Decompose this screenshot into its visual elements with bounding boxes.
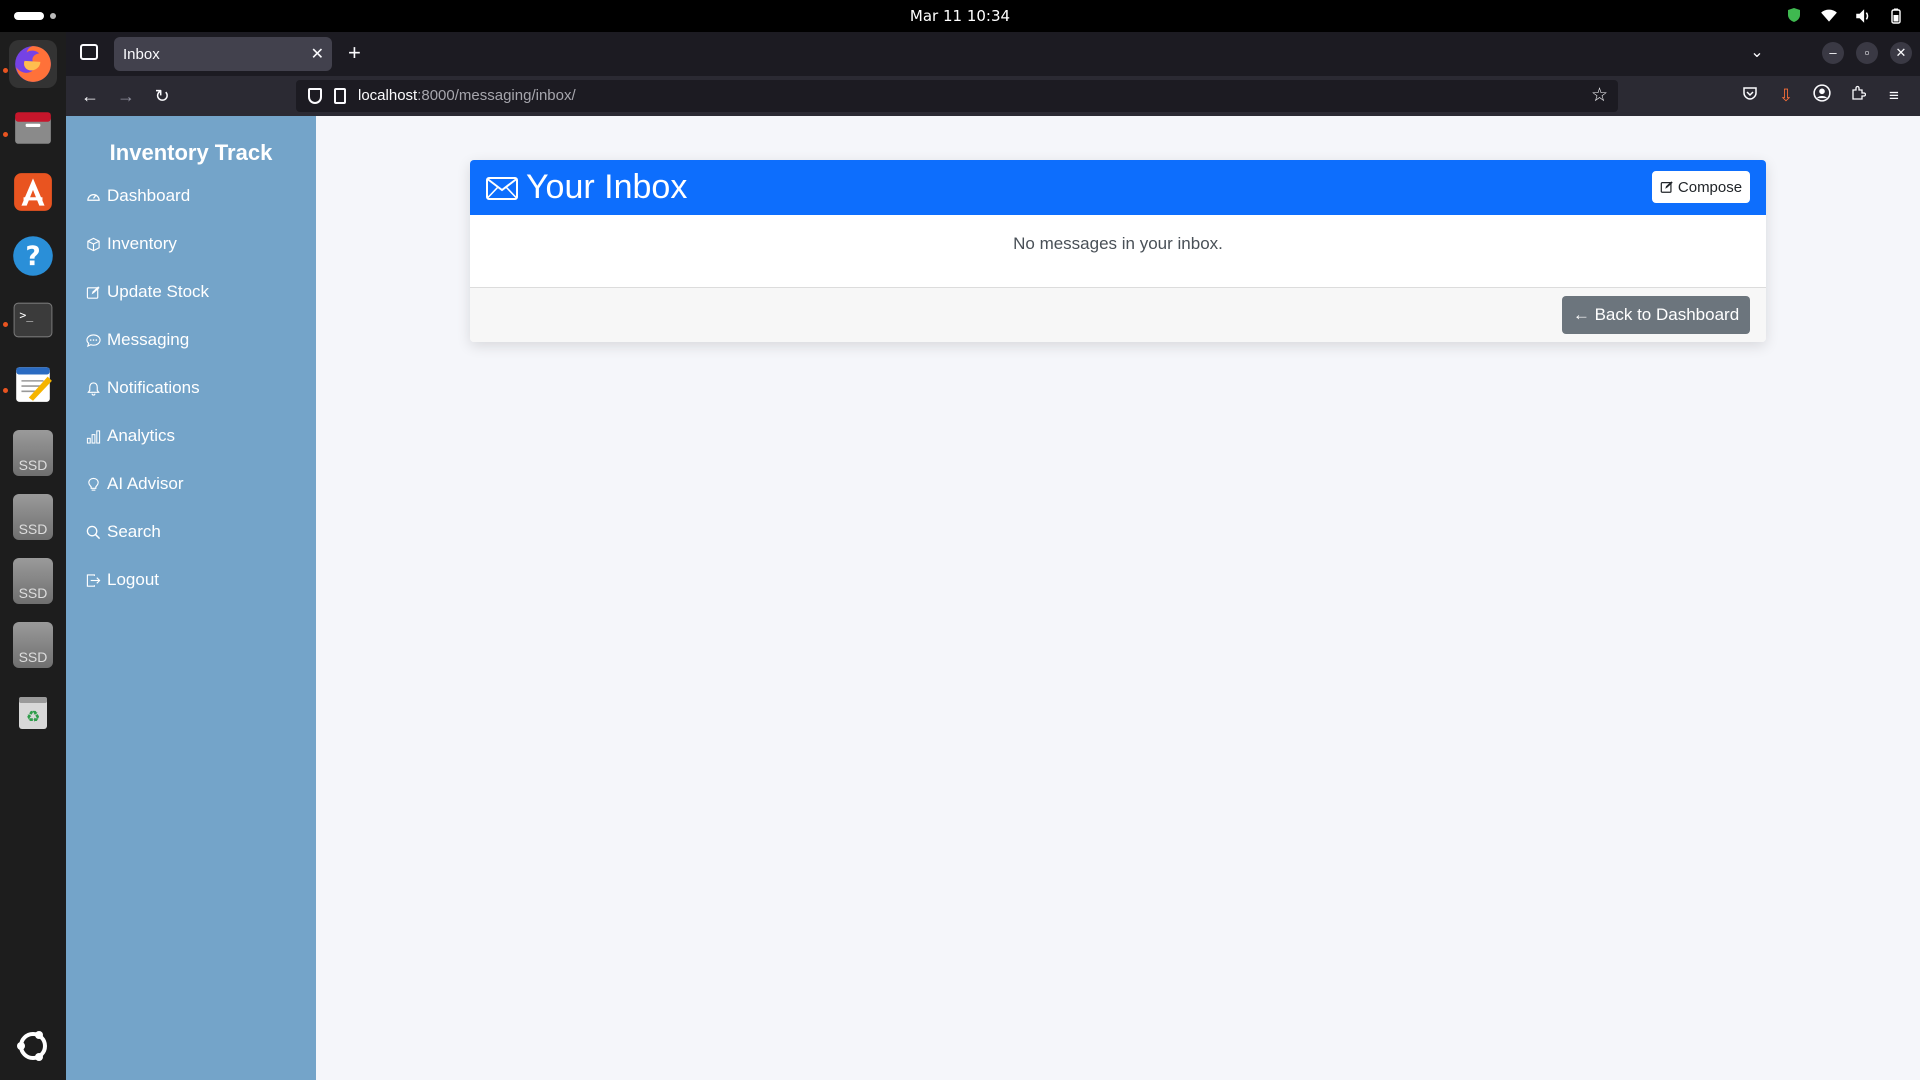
sidebar-item-label: Search: [107, 522, 161, 541]
extensions-icon[interactable]: [1846, 84, 1870, 108]
inbox-card: Your Inbox Compose No messages in your i…: [470, 160, 1766, 342]
ubuntu-logo-icon[interactable]: [9, 1022, 57, 1070]
tab-title: Inbox: [123, 46, 160, 63]
sidebar-item-logout[interactable]: Logout: [86, 566, 159, 594]
tab-list-icon[interactable]: [80, 44, 98, 60]
sidebar-item-label: Analytics: [107, 426, 176, 445]
lightbulb-icon: [86, 477, 101, 492]
page-info-icon[interactable]: [334, 88, 346, 104]
wifi-icon[interactable]: [1820, 7, 1838, 25]
sidebar-item-analytics[interactable]: Analytics: [86, 422, 175, 450]
navigation-toolbar: ← → ↻ localhost:8000/messaging/inbox/ ☆ …: [66, 76, 1920, 116]
sidebar-item-notifications[interactable]: Notifications: [86, 374, 200, 402]
volume-icon[interactable]: [1854, 7, 1872, 25]
drive-label: SSD: [18, 585, 48, 601]
back-to-dashboard-button[interactable]: ← Back to Dashboard: [1562, 296, 1750, 334]
battery-icon[interactable]: [1888, 7, 1906, 25]
pencil-square-icon: [1660, 181, 1673, 193]
url-host: localhost: [358, 87, 418, 104]
tracking-protection-icon[interactable]: [308, 88, 322, 104]
system-top-bar: Mar 11 10:34: [0, 0, 1920, 32]
inbox-empty-state: No messages in your inbox.: [1013, 234, 1223, 253]
url-path: :8000/messaging/inbox/: [417, 87, 576, 104]
ssd-drive-icon[interactable]: SSD: [13, 558, 53, 604]
menu-hamburger-icon[interactable]: ≡: [1882, 84, 1906, 108]
search-icon: [86, 525, 101, 540]
running-indicator: [3, 388, 8, 393]
ssd-drive-icon[interactable]: SSD: [13, 622, 53, 668]
sidebar-item-label: Messaging: [107, 330, 190, 349]
running-indicator: [3, 322, 8, 327]
sidebar-item-search[interactable]: Search: [86, 518, 161, 546]
sidebar-item-ai-advisor[interactable]: AI Advisor: [86, 470, 184, 498]
close-tab-icon[interactable]: ✕: [311, 44, 324, 64]
terminal-icon[interactable]: >_: [9, 296, 57, 344]
bar-chart-icon: [86, 429, 101, 444]
svg-text:?: ?: [25, 241, 40, 272]
new-tab-icon[interactable]: +: [348, 40, 361, 66]
reload-icon[interactable]: ↻: [148, 82, 176, 110]
system-tray[interactable]: [1786, 7, 1906, 25]
trash-icon[interactable]: ♻: [9, 688, 57, 736]
sidebar-item-label: Logout: [107, 570, 159, 589]
account-icon[interactable]: [1810, 84, 1834, 108]
compose-button[interactable]: Compose: [1652, 171, 1750, 203]
ssd-drive-icon[interactable]: SSD: [13, 430, 53, 476]
running-indicator: [3, 68, 8, 73]
help-icon[interactable]: ?: [9, 232, 57, 280]
svg-text:>_: >_: [19, 308, 33, 322]
page-content: Inventory Track Dashboard Inventory Upda…: [66, 116, 1920, 1080]
restore-icon[interactable]: ▫: [1856, 42, 1878, 64]
envelope-icon: [486, 177, 518, 200]
list-all-tabs-icon[interactable]: ⌄: [1746, 42, 1768, 64]
sidebar-item-label: Update Stock: [107, 282, 210, 301]
running-indicator: [3, 132, 8, 137]
drive-label: SSD: [18, 649, 48, 665]
url-text[interactable]: localhost:8000/messaging/inbox/: [358, 87, 576, 104]
inbox-card-header: Your Inbox Compose: [470, 160, 1766, 215]
firefox-icon[interactable]: [9, 40, 57, 88]
tab-inbox[interactable]: Inbox ✕: [114, 37, 332, 71]
drive-label: SSD: [18, 521, 48, 537]
downloads-icon[interactable]: ⇩: [1774, 84, 1798, 108]
sidebar-item-label: Notifications: [107, 378, 200, 397]
sidebar-item-label: AI Advisor: [107, 474, 184, 493]
bell-icon: [86, 381, 101, 396]
forward-arrow-icon[interactable]: →: [112, 82, 140, 110]
sidebar-item-messaging[interactable]: Messaging: [86, 326, 189, 354]
inbox-card-footer: ← Back to Dashboard: [470, 287, 1766, 342]
sidebar: Inventory Track Dashboard Inventory Upda…: [66, 116, 316, 1080]
back-arrow-icon[interactable]: ←: [76, 82, 104, 110]
files-icon[interactable]: [9, 104, 57, 152]
minimize-icon[interactable]: –: [1822, 42, 1844, 64]
address-bar[interactable]: localhost:8000/messaging/inbox/ ☆: [296, 80, 1618, 112]
ssd-drive-icon[interactable]: SSD: [13, 494, 53, 540]
page-title: Your Inbox: [526, 168, 688, 206]
app-center-icon[interactable]: [9, 168, 57, 216]
sidebar-item-dashboard[interactable]: Dashboard: [86, 182, 190, 210]
close-window-icon[interactable]: ✕: [1890, 42, 1912, 64]
shield-icon[interactable]: [1786, 7, 1804, 25]
compose-label: Compose: [1677, 178, 1743, 196]
text-editor-icon[interactable]: [9, 360, 57, 408]
sidebar-item-label: Dashboard: [107, 186, 191, 205]
speedometer-icon: [86, 189, 101, 204]
pocket-icon[interactable]: [1738, 84, 1762, 108]
sidebar-item-update-stock[interactable]: Update Stock: [86, 278, 209, 306]
box-arrow-right-icon: [86, 573, 101, 588]
tab-bar: Inbox ✕ + ⌄ – ▫ ✕: [66, 32, 1920, 76]
box-icon: [86, 237, 101, 252]
sidebar-item-label: Inventory: [107, 234, 177, 253]
chat-dots-icon: [86, 333, 101, 348]
ubuntu-dock: ? >_ SSD SSD SSD SSD ♻: [0, 32, 66, 1080]
drive-label: SSD: [18, 457, 48, 473]
firefox-window: Inbox ✕ + ⌄ – ▫ ✕ ← → ↻ localhost:8000/m…: [66, 32, 1920, 1080]
sidebar-item-inventory[interactable]: Inventory: [86, 230, 177, 258]
pencil-square-icon: [86, 285, 101, 300]
system-clock[interactable]: Mar 11 10:34: [0, 7, 1920, 25]
brand-title[interactable]: Inventory Track: [66, 140, 316, 166]
bookmark-star-icon[interactable]: ☆: [1591, 84, 1608, 107]
svg-text:♻: ♻: [26, 707, 40, 726]
